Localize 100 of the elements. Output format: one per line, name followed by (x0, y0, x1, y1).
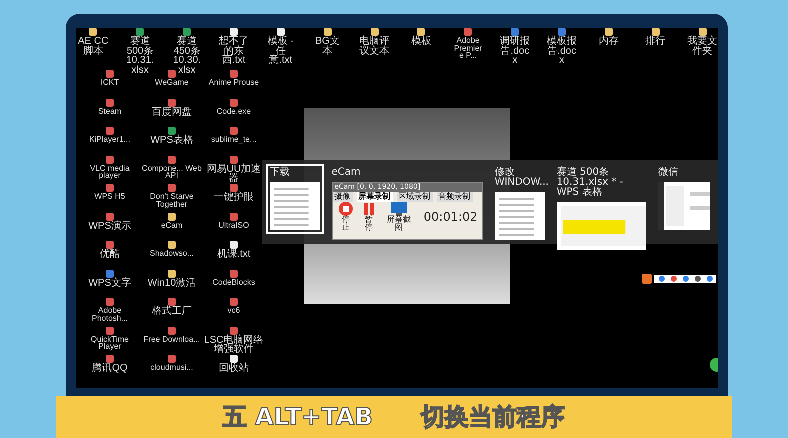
desktop-icon-label[interactable]: BG文本 (312, 37, 344, 56)
app-icon[interactable] (168, 184, 176, 192)
desktop-icon-label[interactable]: 优酷 (80, 250, 140, 260)
app-icon[interactable] (168, 298, 176, 306)
desktop-icon-label[interactable]: 模板报告.docx (546, 37, 578, 66)
desktop-icon-label[interactable]: Code.exe (204, 108, 264, 116)
document-icon[interactable] (106, 270, 114, 278)
desktop-icon-label[interactable]: Compone... Web API (142, 164, 202, 180)
desktop-icon-label[interactable]: Anime Prouse (204, 79, 264, 87)
app-icon[interactable] (106, 156, 114, 164)
app-icon[interactable] (106, 184, 114, 192)
app-icon[interactable] (230, 212, 238, 220)
app-icon[interactable] (168, 70, 176, 78)
folder-icon[interactable] (417, 28, 426, 36)
document-icon[interactable] (511, 28, 520, 36)
app-icon[interactable] (106, 326, 114, 334)
desktop-icon-label[interactable]: Free Downloa... (142, 336, 202, 344)
ecam-tab[interactable]: 音频录制 (436, 192, 473, 202)
desktop-icon-label[interactable]: WPS文字 (80, 278, 140, 288)
folder-icon[interactable] (324, 28, 332, 36)
desktop-icon-label[interactable]: QuickTime Player (80, 336, 140, 351)
ecam-tab[interactable]: 摄像 (332, 192, 353, 202)
desktop-icon-label[interactable]: Adobe Photosh... (80, 307, 140, 322)
desktop-icon-label[interactable]: 百度网盘 (142, 108, 202, 117)
spreadsheet-icon[interactable] (183, 28, 192, 36)
document-icon[interactable] (558, 28, 566, 36)
app-icon[interactable] (168, 355, 176, 363)
desktop-icon-label[interactable]: 机课.txt (204, 250, 264, 260)
folder-icon[interactable] (168, 212, 176, 220)
desktop-icon-label[interactable]: 腾讯QQ (80, 364, 140, 374)
app-icon[interactable] (106, 298, 114, 306)
desktop-icon-label[interactable]: 赛道 450条 10.30.xlsx (172, 37, 203, 75)
desktop-icon-label[interactable]: AE CC脚本 (78, 37, 109, 56)
app-icon[interactable] (106, 127, 114, 135)
app-icon[interactable] (230, 270, 238, 278)
app-icon[interactable] (106, 98, 114, 106)
desktop-icon-label[interactable]: 模板 (406, 37, 437, 46)
desktop-icon-label[interactable]: 模板 - 任意.txt (265, 37, 296, 66)
file-icon[interactable] (230, 241, 238, 249)
desktop-icon-label[interactable]: Win10激活 (142, 278, 202, 288)
app-icon[interactable] (230, 156, 238, 164)
file-icon[interactable] (276, 28, 285, 36)
file-icon[interactable] (230, 355, 238, 363)
ecam-tab[interactable]: 屏幕录制 (356, 192, 393, 202)
desktop-icon-label[interactable]: 排行 (640, 37, 672, 46)
app-icon[interactable] (168, 98, 176, 106)
desktop-icon-label[interactable]: cloudmusi... (142, 364, 202, 372)
desktop-icon-label[interactable]: Steam (80, 108, 140, 116)
desktop-icon-label[interactable]: KiPlayer1... (80, 136, 140, 144)
desktop-icon-label[interactable]: vc6 (204, 307, 264, 315)
desktop-icon-label[interactable]: WeGame (142, 79, 202, 87)
app-icon[interactable] (230, 326, 238, 334)
desktop-icon-label[interactable]: WPS演示 (80, 222, 140, 231)
desktop-icon-label[interactable]: 想不了的东西.txt (218, 37, 250, 66)
desktop-icon-label[interactable]: 格式工厂 (142, 307, 202, 316)
folder-icon[interactable] (89, 28, 98, 36)
desktop-icon-label[interactable]: ICKT (80, 79, 140, 87)
desktop-icon-label[interactable]: 赛道 500条 10.31.xlsx (124, 37, 156, 75)
app-icon[interactable] (464, 28, 472, 36)
app-icon[interactable] (230, 98, 238, 106)
desktop-icon-label[interactable]: CodeBlocks (204, 278, 264, 286)
app-icon[interactable] (106, 355, 114, 363)
desktop-icon-label[interactable]: WPS表格 (142, 136, 202, 146)
spreadsheet-icon[interactable] (136, 28, 144, 36)
ecam-button[interactable]: 暂停 (360, 202, 378, 232)
window-thumbnail[interactable]: 下载 (266, 164, 324, 234)
window-thumbnail[interactable]: 赛道 500条10.31.xlsx * - WPS 表格 (552, 164, 650, 254)
app-icon[interactable] (106, 212, 114, 220)
folder-icon[interactable] (604, 28, 613, 36)
desktop-icon-label[interactable]: 一键护眼 (204, 193, 264, 202)
app-icon[interactable] (168, 326, 176, 334)
folder-icon[interactable] (698, 28, 707, 36)
desktop-icon-label[interactable]: 调研报告.docx (500, 37, 531, 66)
desktop-icon-label[interactable]: 网易UU加速器 (204, 164, 264, 184)
app-icon[interactable] (106, 241, 114, 249)
desktop-icon-label[interactable]: 我要文件夹 (687, 37, 718, 56)
file-icon[interactable] (230, 28, 238, 36)
desktop-icon-label[interactable]: LSC电脑网络增强软件 (204, 336, 264, 354)
app-icon[interactable] (230, 70, 238, 78)
desktop-icon-label[interactable]: UltraISO (204, 222, 264, 230)
desktop-icon-label[interactable]: VLC media player (80, 164, 140, 180)
ecam-button[interactable]: 屏幕截图 (382, 202, 416, 232)
app-icon[interactable] (230, 127, 238, 135)
app-icon[interactable] (168, 156, 176, 164)
desktop-icon-label[interactable]: 电脑评议文本 (359, 37, 390, 56)
desktop-icon-label[interactable]: WPS H5 (80, 193, 140, 201)
desktop-icon-label[interactable]: 内存 (593, 37, 624, 46)
folder-icon[interactable] (168, 270, 176, 278)
desktop-icon-label[interactable]: Don't Starve Together (142, 193, 202, 208)
desktop-icon-label[interactable]: eCam (142, 222, 202, 230)
desktop-icon-label[interactable]: Adobe Premiere P... (452, 37, 484, 60)
app-icon[interactable] (230, 184, 238, 192)
ecam-button[interactable]: 停止 (336, 202, 356, 232)
desktop-icon-label[interactable]: sublime_te... (204, 136, 264, 144)
desktop-icon-label[interactable]: Shadowso... (142, 250, 202, 258)
desktop-icon-label[interactable]: 回收站 (204, 364, 264, 374)
folder-icon[interactable] (168, 241, 176, 249)
folder-icon[interactable] (652, 28, 660, 36)
folder-icon[interactable] (370, 28, 379, 36)
spreadsheet-icon[interactable] (168, 127, 176, 135)
